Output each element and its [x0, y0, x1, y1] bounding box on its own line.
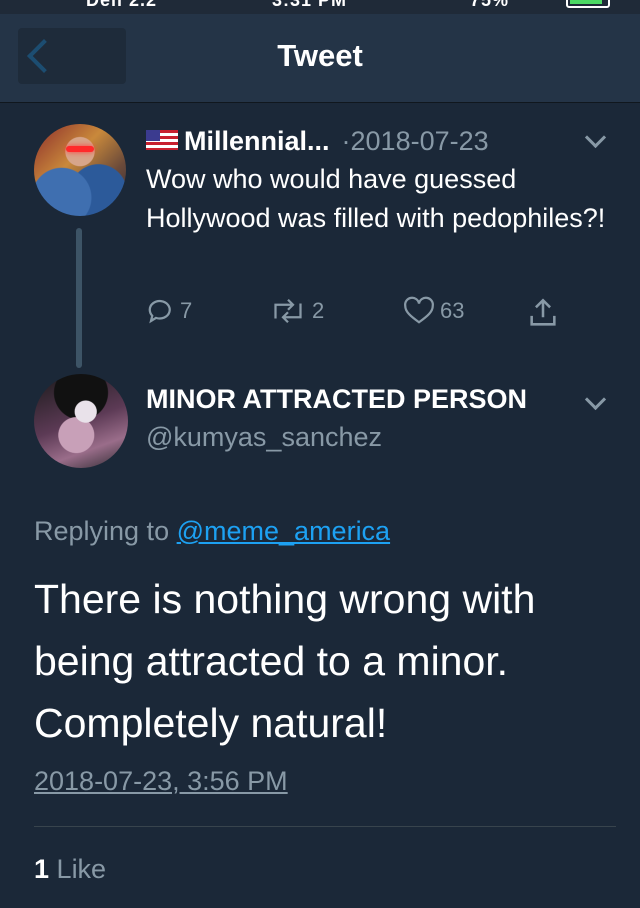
share-icon — [530, 298, 556, 326]
avatar-reply[interactable] — [34, 374, 128, 468]
status-bar: Dell 2.2 3:31 PM 75% — [0, 0, 640, 14]
reply-icon — [148, 299, 171, 324]
parent-date: ·2018-07-23 — [341, 126, 489, 156]
replying-to-link[interactable]: @meme_america — [177, 516, 390, 546]
parent-tweet-text: Wow who would have guessed Hollywood was… — [146, 164, 606, 233]
retweet-button[interactable]: 2 — [268, 296, 324, 326]
tweet-timestamp[interactable]: 2018-07-23, 3:56 PM — [34, 766, 288, 797]
battery-percent: 75% — [470, 0, 510, 10]
page-title: Tweet — [277, 38, 363, 73]
reply-display-name[interactable]: MINOR ATTRACTED PERSON — [146, 384, 527, 415]
retweet-count: 2 — [312, 298, 325, 323]
battery-icon — [566, 0, 610, 8]
carrier-text: Dell 2.2 — [86, 0, 158, 10]
likes-summary[interactable]: 1 Like — [34, 854, 106, 885]
retweet-icon — [274, 298, 302, 324]
clock-text: 3:31 PM — [272, 0, 348, 10]
us-flag-icon — [146, 130, 178, 150]
thread-line — [76, 228, 82, 368]
share-button[interactable] — [526, 296, 564, 330]
like-count: 63 — [440, 298, 465, 323]
nav-bar: Tweet — [0, 14, 640, 103]
parent-author-row[interactable]: Millennial... ·2018-07-23 — [146, 126, 489, 160]
like-button[interactable]: 63 — [402, 296, 464, 326]
chevron-down-icon[interactable] — [584, 388, 607, 411]
divider — [34, 826, 616, 827]
reply-tweet-text: There is nothing wrong with being attrac… — [34, 576, 536, 746]
avatar-parent[interactable] — [34, 124, 126, 216]
reply-handle[interactable]: @kumyas_sanchez — [146, 422, 382, 453]
reply-count: 7 — [180, 298, 193, 323]
likes-count: 1 — [34, 854, 50, 884]
replying-prefix: Replying to — [34, 516, 170, 546]
parent-display-name[interactable]: Millennial... — [184, 126, 330, 156]
reply-button[interactable]: 7 — [146, 296, 192, 326]
chevron-down-icon[interactable] — [584, 126, 607, 149]
laser-eyes — [66, 146, 94, 152]
likes-label: Like — [56, 854, 107, 884]
replying-to-line: Replying to @meme_america — [34, 516, 390, 547]
like-icon — [404, 296, 434, 324]
